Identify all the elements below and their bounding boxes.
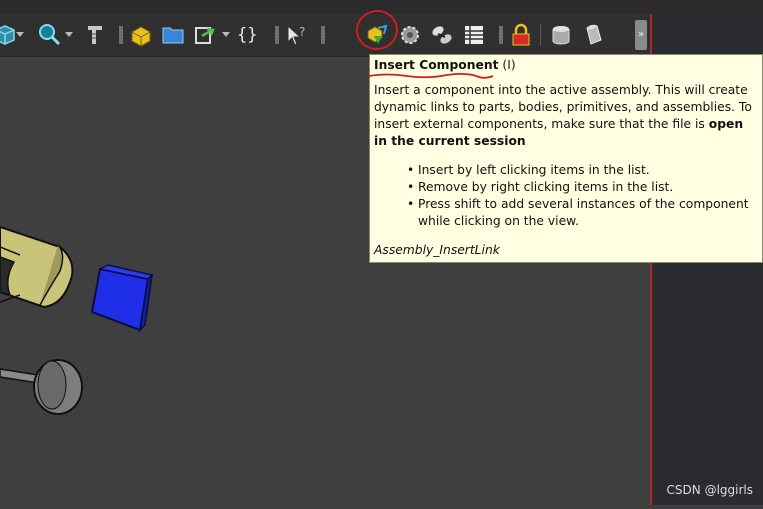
blue-cube-part[interactable] — [90, 264, 154, 333]
cylinder-icon[interactable] — [580, 22, 606, 48]
gear-part-icon[interactable] — [397, 22, 423, 48]
toolbar-overflow-button[interactable]: » — [635, 20, 647, 50]
measure-icon[interactable] — [82, 22, 108, 48]
chevron-down-icon[interactable] — [222, 32, 230, 37]
tooltip-bullet: Press shift to add several instances of … — [407, 196, 758, 230]
toolbar-grip[interactable] — [275, 26, 279, 44]
database-icon[interactable] — [548, 22, 574, 48]
tooltip-bullet: Remove by right clicking items in the li… — [407, 179, 758, 196]
json-braces-icon[interactable]: {} — [237, 22, 257, 48]
assembly-toolbar: {} ? — [0, 14, 650, 57]
svg-text:?: ? — [299, 25, 305, 39]
whats-this-icon[interactable]: ? — [284, 22, 310, 48]
tooltip-bullet-list: Insert by left clicking items in the lis… — [374, 162, 758, 230]
toolbar-separator — [540, 24, 541, 46]
chevron-down-icon[interactable] — [65, 32, 73, 37]
chevron-down-icon[interactable] — [16, 32, 24, 37]
zoom-icon[interactable] — [36, 22, 62, 48]
pin-part[interactable] — [0, 359, 83, 415]
constraints-icon[interactable] — [429, 22, 455, 48]
toolbar-grip[interactable] — [499, 26, 503, 44]
tooltip-command-name: Assembly_InsertLink — [374, 243, 500, 257]
folder-icon[interactable] — [160, 22, 186, 48]
tooltip-shortcut: (I) — [502, 58, 516, 72]
export-icon[interactable] — [192, 22, 218, 48]
tooltip-description-text: Insert a component into the active assem… — [374, 83, 752, 131]
tooltip-bullet: Insert by left clicking items in the lis… — [407, 162, 758, 179]
toolbar-grip[interactable] — [321, 26, 325, 44]
bill-of-materials-icon[interactable] — [461, 22, 487, 48]
watermark: CSDN @lggirls — [666, 483, 753, 497]
tooltip-description: Insert a component into the active assem… — [374, 82, 758, 150]
tube-part[interactable] — [0, 225, 74, 309]
toolbar-grip[interactable] — [119, 26, 123, 44]
new-assembly-icon[interactable] — [128, 22, 154, 48]
red-underline-annotation — [368, 72, 494, 79]
insert-component-tooltip: Insert Component (I) Insert a component … — [369, 54, 763, 263]
lock-icon[interactable] — [508, 22, 534, 48]
